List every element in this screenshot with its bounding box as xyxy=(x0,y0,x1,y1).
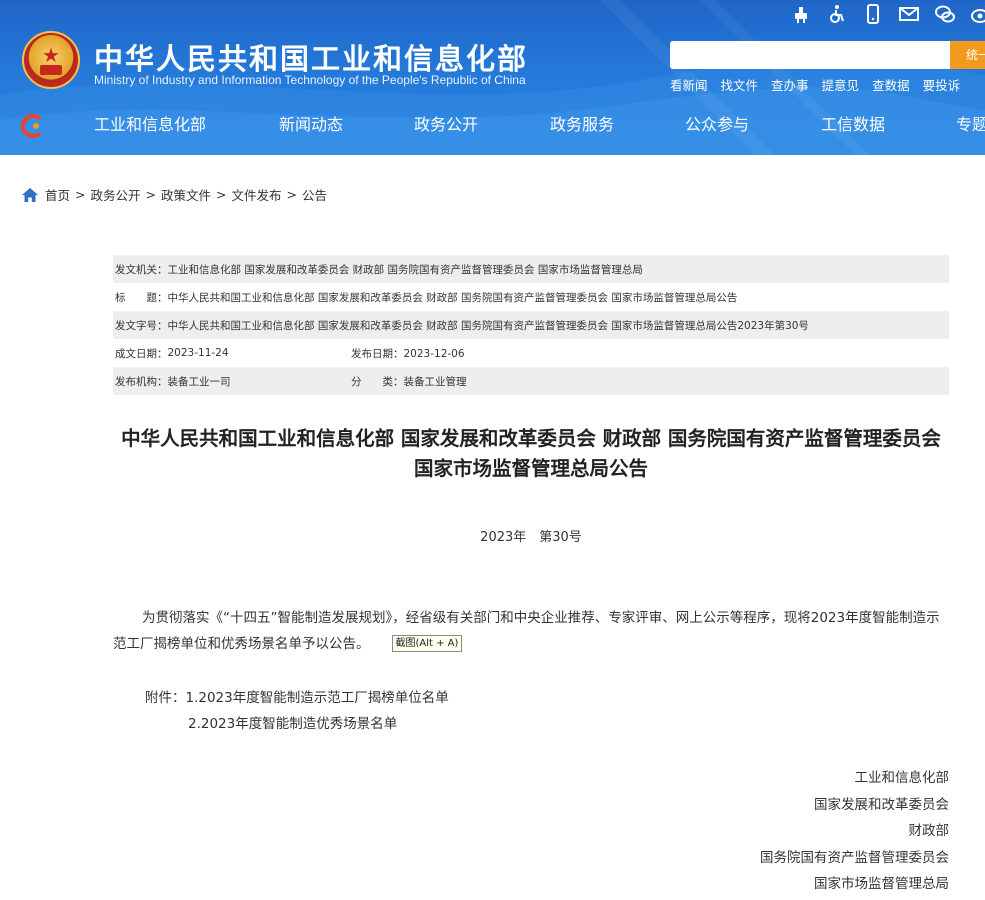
meta-doc-number: 中华人民共和国工业和信息化部 国家发展和改革委员会 财政部 国务院国有资产监督管… xyxy=(167,319,809,332)
quick-link-complaint[interactable]: 要投诉 xyxy=(923,75,961,94)
quick-link-files[interactable]: 找文件 xyxy=(721,75,759,94)
weibo-icon[interactable] xyxy=(970,4,985,24)
wheelchair-icon[interactable] xyxy=(826,4,848,24)
meta-row-issuer: 发文机关： 工业和信息化部 国家发展和改革委员会 财政部 国务院国有资产监督管理… xyxy=(113,255,949,283)
document-body-text: 为贯彻落实《“十四五”智能制造发展规划》，经省级有关部门和中央企业推荐、专家评审… xyxy=(113,610,940,652)
document-signers: 工业和信息化部 国家发展和改革委员会 财政部 国务院国有资产监督管理委员会 国家… xyxy=(760,765,949,898)
nav-item-news[interactable]: 新闻动态 xyxy=(279,114,343,136)
document-number: 2023年 第30号 xyxy=(480,530,582,545)
document-body: 为贯彻落实《“十四五”智能制造发展规划》，经省级有关部门和中央企业推荐、专家评审… xyxy=(113,605,949,657)
attachment-1-link[interactable]: 附件：1.2023年度智能制造示范工厂揭榜单位名单 xyxy=(145,686,449,706)
site-title[interactable]: 中华人民共和国工业和信息化部 xyxy=(94,36,528,78)
breadcrumb-separator: > xyxy=(145,187,156,202)
main-nav: 工业和信息化部 新闻动态 政务公开 政务服务 公众参与 工信数据 专题 xyxy=(0,108,985,144)
document-title: 中华人民共和国工业和信息化部 国家发展和改革委员会 财政部 国务院国有资产监督管… xyxy=(121,427,941,480)
breadcrumb-gov-affairs[interactable]: 政务公开 xyxy=(91,185,141,204)
quick-link-feedback[interactable]: 提意见 xyxy=(822,75,860,94)
national-emblem-logo[interactable]: ★ xyxy=(22,31,80,89)
meta-title: 中华人民共和国工业和信息化部 国家发展和改革委员会 财政部 国务院国有资产监督管… xyxy=(167,291,738,304)
nav-item-services[interactable]: 政务服务 xyxy=(550,114,614,136)
breadcrumb-separator: > xyxy=(75,187,86,202)
nav-item-topics[interactable]: 专题 xyxy=(956,114,985,136)
meta-written-date: 2023-11-24 xyxy=(167,347,229,359)
breadcrumb-separator: > xyxy=(286,187,297,202)
document-meta-table: 发文机关： 工业和信息化部 国家发展和改革委员会 财政部 国务院国有资产监督管理… xyxy=(113,255,949,395)
nav-item-data[interactable]: 工信数据 xyxy=(821,114,885,136)
meta-issuer: 工业和信息化部 国家发展和改革委员会 财政部 国务院国有资产监督管理委员会 国家… xyxy=(167,263,643,276)
quick-link-services[interactable]: 查办事 xyxy=(771,75,809,94)
attachment-2-link[interactable]: 2.2023年度智能制造优秀场景名单 xyxy=(188,712,397,732)
search-input[interactable] xyxy=(670,41,950,69)
meta-label: 分 类： xyxy=(351,375,404,388)
site-header: ★ 中华人民共和国工业和信息化部 Ministry of Industry an… xyxy=(0,0,985,155)
meta-label: 成文日期： xyxy=(115,347,168,360)
meta-row-title: 标 题： 中华人民共和国工业和信息化部 国家发展和改革委员会 财政部 国务院国有… xyxy=(113,283,949,311)
breadcrumb-policy-files[interactable]: 政策文件 xyxy=(161,185,211,204)
meta-row-org: 发布机构： 装备工业一司 分 类：装备工业管理 xyxy=(113,367,949,395)
search-button[interactable]: 统一 xyxy=(950,41,985,69)
breadcrumb-file-release[interactable]: 文件发布 xyxy=(232,185,282,204)
breadcrumb-home[interactable]: 首页 xyxy=(45,185,70,204)
mail-icon[interactable] xyxy=(898,4,920,24)
meta-label: 发布机构： xyxy=(115,375,168,388)
utility-icons xyxy=(790,4,985,26)
quick-links: 看新闻 找文件 查办事 提意见 查数据 要投诉 xyxy=(670,75,960,94)
signer: 工业和信息化部 xyxy=(854,770,950,786)
signer: 国家市场监督管理总局 xyxy=(814,876,949,893)
meta-category: 装备工业管理 xyxy=(403,375,467,388)
mobile-icon[interactable] xyxy=(862,4,884,24)
meta-row-dates: 成文日期： 2023-11-24 发布日期：2023-12-06 xyxy=(113,339,949,367)
wechat-icon[interactable] xyxy=(934,4,956,24)
signer: 财政部 xyxy=(908,823,950,840)
home-icon xyxy=(22,187,38,202)
breadcrumb: 首页 > 政务公开 > 政策文件 > 文件发布 > 公告 xyxy=(22,185,327,204)
quick-link-data[interactable]: 查数据 xyxy=(872,75,910,94)
meta-label: 发布日期： xyxy=(351,347,404,360)
meta-row-doc-number: 发文字号： 中华人民共和国工业和信息化部 国家发展和改革委员会 财政部 国务院国… xyxy=(113,311,949,339)
screenshot-tooltip: 截图(Alt + A) xyxy=(391,635,463,652)
quick-link-news[interactable]: 看新闻 xyxy=(670,75,708,94)
meta-label: 标 题： xyxy=(115,291,168,304)
nav-logo-icon[interactable] xyxy=(20,113,46,139)
nav-item-ministry[interactable]: 工业和信息化部 xyxy=(94,114,206,136)
meta-publish-date: 2023-12-06 xyxy=(403,347,465,360)
nav-item-participation[interactable]: 公众参与 xyxy=(685,114,749,136)
meta-label: 发文字号： xyxy=(115,319,168,332)
breadcrumb-announcement[interactable]: 公告 xyxy=(302,185,327,204)
signer: 国家发展和改革委员会 xyxy=(814,796,949,813)
breadcrumb-separator: > xyxy=(216,187,227,202)
site-subtitle: Ministry of Industry and Information Tec… xyxy=(94,73,526,87)
meta-label: 发文机关： xyxy=(115,263,168,276)
accessibility-icon[interactable] xyxy=(790,4,812,24)
nav-item-gov-affairs[interactable]: 政务公开 xyxy=(414,114,478,136)
meta-org: 装备工业一司 xyxy=(167,375,231,388)
signer: 国务院国有资产监督管理委员会 xyxy=(760,849,949,866)
